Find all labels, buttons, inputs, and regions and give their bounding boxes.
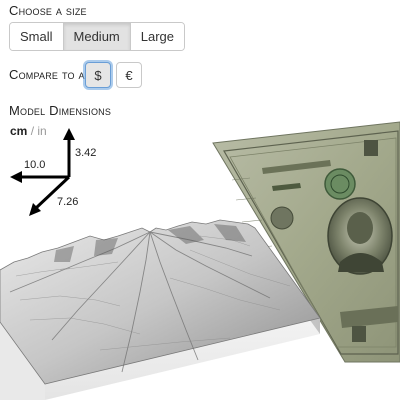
choose-size-title: Choose a size [9, 3, 87, 18]
size-large-button[interactable]: Large [130, 23, 185, 50]
compare-dollar-button[interactable]: $ [85, 62, 111, 88]
compare-euro-button[interactable]: € [116, 62, 142, 88]
dimension-height-value: 3.42 [75, 147, 97, 159]
units-toggle: cm / in [10, 124, 47, 138]
model-size-configurator: Choose a size Small Medium Large Compare… [0, 0, 400, 400]
units-in-option[interactable]: in [37, 124, 46, 138]
size-small-button[interactable]: Small [10, 23, 64, 50]
dimension-width-value: 10.0 [24, 159, 46, 171]
model-dimensions-title: Model Dimensions [9, 103, 112, 118]
terrain-model [0, 219, 321, 400]
units-cm-option[interactable]: cm [10, 124, 27, 138]
dollar-bill [212, 121, 400, 363]
size-medium-button[interactable]: Medium [63, 23, 131, 50]
size-selector: Small Medium Large [9, 22, 186, 51]
dimension-depth-value: 7.26 [57, 196, 79, 208]
compare-title: Compare to a: [9, 67, 89, 82]
